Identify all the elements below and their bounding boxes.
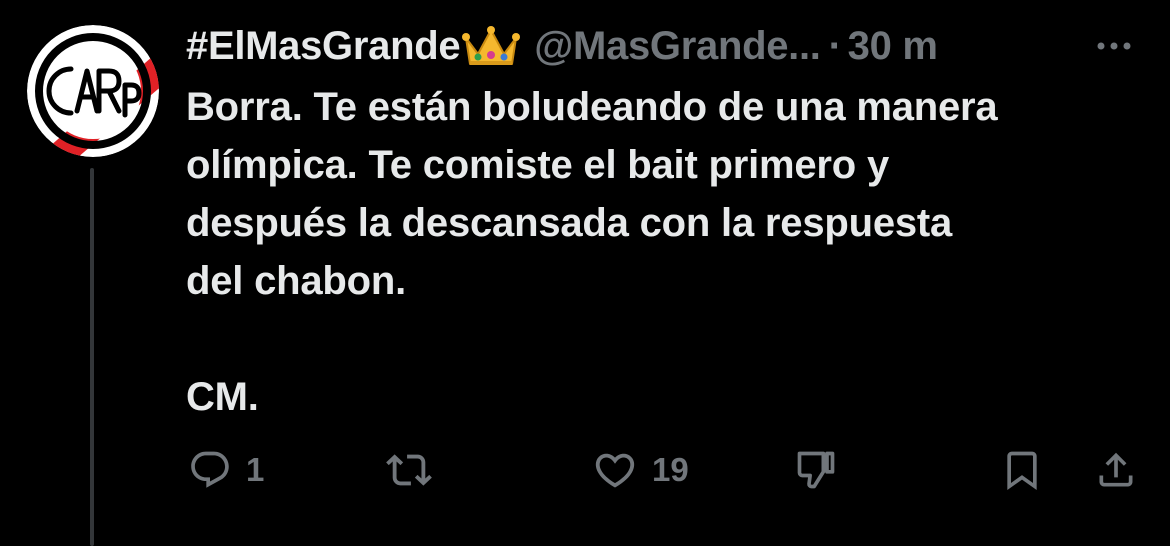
- avatar[interactable]: [27, 25, 159, 157]
- share-icon: [1099, 452, 1133, 487]
- like-count: 19: [652, 451, 689, 488]
- carp-logo-icon: [27, 25, 159, 157]
- tweet-line: Borra. Te están boludeando de una manera: [186, 85, 998, 129]
- tweet-line: después la descansada con la respuesta: [186, 201, 953, 245]
- display-name[interactable]: #ElMasGrande: [186, 24, 461, 69]
- tweet-signature: CM.: [186, 375, 259, 419]
- tweet-header: #ElMasGrande @MasGrande... · 30 m: [186, 18, 938, 74]
- more-dots-icon[interactable]: [1094, 36, 1134, 56]
- bookmark-button[interactable]: [1000, 446, 1044, 494]
- user-handle[interactable]: @MasGrande...: [534, 24, 821, 69]
- heart-icon: [595, 453, 635, 488]
- retweet-button[interactable]: [386, 446, 446, 494]
- header-separator: ·: [828, 23, 842, 68]
- crown-emoji-icon: [462, 24, 521, 68]
- share-button[interactable]: [1094, 446, 1138, 494]
- reply-count: 1: [246, 451, 265, 488]
- reply-button[interactable]: 1: [188, 446, 264, 494]
- reply-icon: [191, 451, 229, 488]
- tweet-timestamp[interactable]: 30 m: [848, 24, 938, 69]
- tweet-text: Borra. Te están boludeando de una manera…: [186, 78, 1146, 426]
- tweet-line: olímpica. Te comiste el bait primero y: [186, 143, 889, 187]
- dislike-button[interactable]: [794, 446, 838, 494]
- like-button[interactable]: 19: [592, 446, 689, 494]
- action-bar: 1 19: [0, 440, 1170, 500]
- tweet-line: del chabon.: [186, 259, 407, 303]
- retweet-icon: [386, 454, 432, 486]
- thumbs-down-icon: [797, 451, 835, 489]
- bookmark-icon: [1007, 451, 1037, 491]
